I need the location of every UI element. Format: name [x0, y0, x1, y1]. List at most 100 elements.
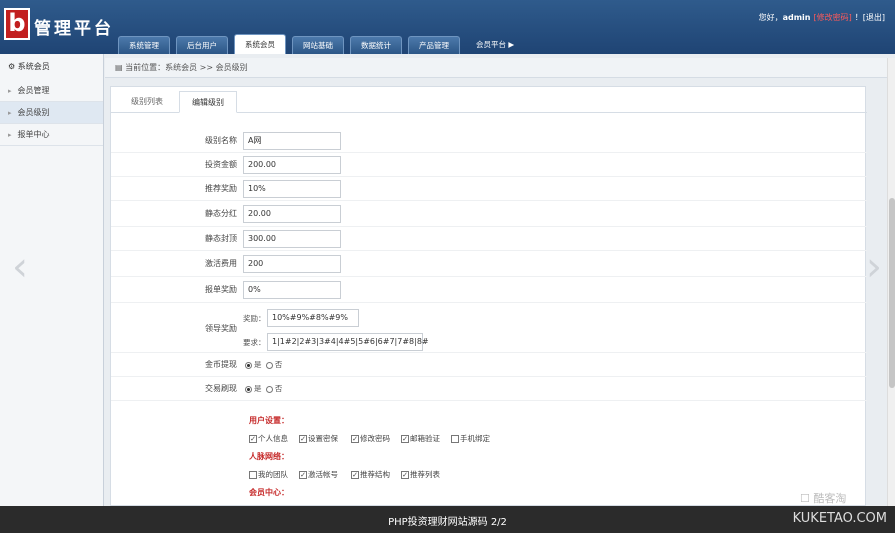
- gold-withdraw-yes-radio[interactable]: [245, 361, 252, 369]
- watermark: ☐ 酷客淘: [800, 492, 847, 505]
- breadcrumb-text: 当前位置：系统会员 >> 会员级别: [125, 63, 248, 72]
- radio-label: 否: [274, 360, 283, 369]
- user-bar: 您好，admin [修改密码] ！[退出]: [759, 12, 885, 23]
- sidebar-item-member-level[interactable]: ▸ 会员级别: [0, 102, 103, 124]
- checkbox-icon[interactable]: ✓: [401, 471, 409, 479]
- username: admin: [782, 13, 811, 22]
- checkbox-item[interactable]: ✓ 修改密码: [351, 433, 390, 444]
- home-icon: ▤: [115, 63, 126, 72]
- checkbox-icon[interactable]: ✓: [249, 435, 257, 443]
- requirement-label: 要求：: [243, 338, 266, 347]
- section-title-network: 人脉网络：: [249, 452, 289, 461]
- form-row-leader: 领导奖励 奖励： 10%#9%#8%#9% 要求： 1|1#2|2#3|3#4|…: [111, 303, 867, 353]
- section-title-member-center: 会员中心：: [249, 488, 289, 497]
- checkbox-label: 设置密保: [308, 434, 338, 443]
- invest-amount-input[interactable]: 200.00: [243, 156, 341, 174]
- checkbox-item[interactable]: ✓ 推荐列表: [401, 469, 440, 480]
- scrollbar-thumb[interactable]: [889, 198, 895, 388]
- level-name-input[interactable]: A网: [243, 132, 341, 150]
- screen: b 管理平台 您好，admin [修改密码] ！[退出] 系统管理 后台用户 系统会…: [0, 0, 895, 533]
- checkbox-icon[interactable]: [249, 471, 257, 479]
- tab-admin-users[interactable]: 后台用户: [176, 36, 228, 54]
- sidebar-item-label: 报单中心: [17, 130, 50, 139]
- tab-member-platform[interactable]: 会员平台 ▶: [466, 36, 524, 54]
- checkbox-item[interactable]: ✓ 个人信息: [249, 433, 288, 444]
- tab-members[interactable]: 系统会员: [234, 34, 286, 54]
- tab-system[interactable]: 系统管理: [118, 36, 170, 54]
- next-arrow-icon[interactable]: ›: [862, 244, 886, 290]
- checkbox-label: 个人信息: [258, 434, 288, 443]
- trade-cash-yes-radio[interactable]: [245, 385, 252, 393]
- section-title-user-settings: 用户设置：: [249, 416, 289, 425]
- tab-level-list[interactable]: 级别列表: [119, 91, 175, 113]
- scrollbar[interactable]: [887, 58, 895, 506]
- caption-text: PHP投资理财网站源码 2/2: [388, 517, 507, 528]
- checkbox-icon[interactable]: ✓: [401, 435, 409, 443]
- field-label: 推荐奖励: [205, 184, 237, 193]
- checkbox-icon[interactable]: ✓: [351, 435, 359, 443]
- sidebar-item-member-manage[interactable]: ▸ 会员管理: [0, 80, 103, 102]
- tab-products[interactable]: 产品管理: [408, 36, 460, 54]
- gold-withdraw-no-radio[interactable]: [265, 361, 273, 369]
- checkbox-icon[interactable]: ✓: [299, 471, 307, 479]
- radio-label: 是: [254, 384, 262, 393]
- sidebar-item-label: 会员管理: [17, 86, 50, 95]
- field-label: 交易刷现: [205, 384, 237, 393]
- logout-link[interactable]: [退出]: [863, 13, 885, 22]
- activation-fee-input[interactable]: 200: [243, 255, 341, 273]
- checkbox-item[interactable]: ✓ 激活帐号: [299, 469, 338, 480]
- bullet-icon: ▸: [8, 87, 12, 95]
- form-row: 交易刷现 是 否: [111, 377, 867, 401]
- checkbox-icon[interactable]: [451, 435, 459, 443]
- checkbox-icon[interactable]: ✓: [299, 435, 307, 443]
- checkbox-label: 推荐结构: [360, 470, 390, 479]
- logo-icon: b: [4, 8, 30, 40]
- top-header: b 管理平台 您好，admin [修改密码] ！[退出] 系统管理 后台用户 系统会…: [0, 0, 895, 54]
- gear-icon: ⚙: [8, 62, 18, 71]
- field-label: 金币提现: [205, 360, 237, 369]
- field-label: 领导奖励: [205, 324, 237, 333]
- form-row: 投资金额 200.00: [111, 153, 867, 177]
- field-label: 级别名称: [205, 136, 237, 145]
- leader-reward-input[interactable]: 10%#9%#8%#9%: [267, 309, 359, 327]
- main-tabs: 系统管理 后台用户 系统会员 网站基础 数据统计 产品管理 会员平台 ▶: [118, 34, 524, 54]
- form-row: 金币提现 是 否: [111, 353, 867, 377]
- checkbox-item[interactable]: 我的团队: [249, 469, 288, 480]
- checkbox-item[interactable]: ✓ 设置密保: [299, 433, 338, 444]
- checkbox-item[interactable]: ✓ 邮箱验证: [401, 433, 440, 444]
- leader-requirement-input[interactable]: 1|1#2|2#3|3#4|4#5|5#6|6#7|7#8|8#: [267, 333, 429, 351]
- checkbox-label: 推荐列表: [410, 470, 440, 479]
- checkbox-label: 我的团队: [258, 470, 288, 479]
- radio-label: 否: [274, 384, 283, 393]
- form-row: 静态分红 20.00: [111, 201, 867, 227]
- static-cap-input[interactable]: 300.00: [243, 230, 341, 248]
- checkbox-icon[interactable]: ✓: [351, 471, 359, 479]
- tab-edit-level[interactable]: 编辑级别: [179, 91, 237, 113]
- form-row: 报单奖励 0%: [111, 277, 867, 303]
- static-dividend-input[interactable]: 20.00: [243, 205, 341, 223]
- checkbox-label: 激活帐号: [308, 470, 338, 479]
- greeting-text: 您好，: [758, 13, 783, 22]
- referral-reward-input[interactable]: 10%: [243, 180, 341, 198]
- form-row: 级别名称 A网: [111, 129, 867, 153]
- form-row: 静态封顶 300.00: [111, 227, 867, 251]
- field-label: 静态封顶: [205, 234, 237, 243]
- subtabs: 级别列表 编辑级别: [111, 87, 867, 113]
- sidebar-item-order-center[interactable]: ▸ 报单中心: [0, 124, 103, 146]
- change-password-link[interactable]: [修改密码]: [814, 13, 852, 22]
- field-label: 投资金额: [205, 160, 237, 169]
- form-row: 激活费用 200: [111, 251, 867, 277]
- separator: ！: [854, 13, 863, 22]
- trade-cash-no-radio[interactable]: [265, 385, 273, 393]
- checkbox-item[interactable]: 手机绑定: [451, 433, 490, 444]
- order-reward-input[interactable]: 0%: [243, 281, 341, 299]
- site-name: KUKETAO.COM: [792, 511, 887, 526]
- prev-arrow-icon[interactable]: ‹: [8, 244, 32, 290]
- logo-title: 管理平台: [34, 19, 114, 39]
- tab-statistics[interactable]: 数据统计: [350, 36, 402, 54]
- field-label: 激活费用: [205, 259, 237, 268]
- checkbox-label: 邮箱验证: [410, 434, 440, 443]
- tab-site-basics[interactable]: 网站基础: [292, 36, 344, 54]
- checkbox-item[interactable]: ✓ 推荐结构: [351, 469, 390, 480]
- radio-label: 是: [254, 360, 262, 369]
